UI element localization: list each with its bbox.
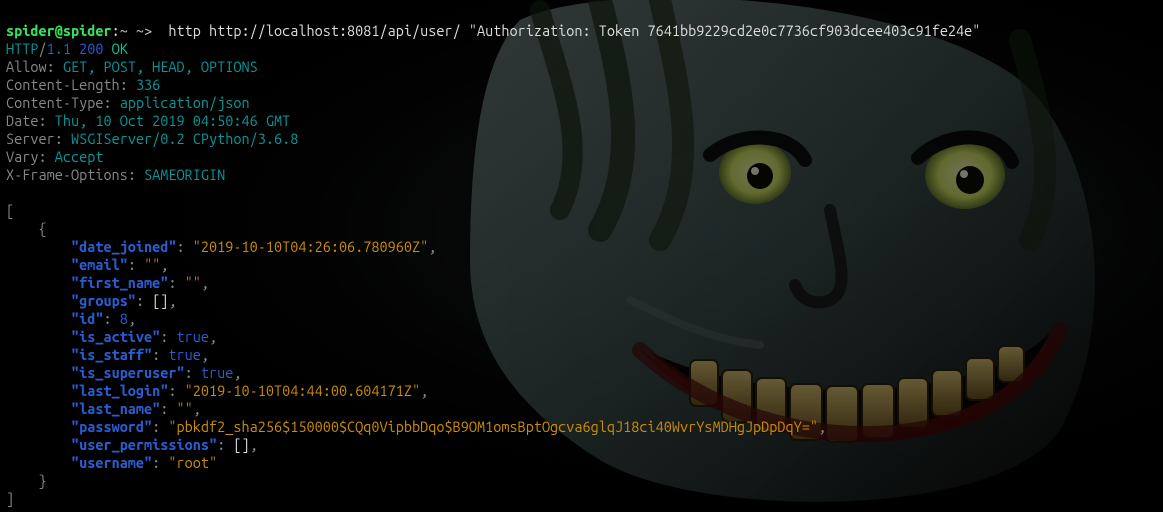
json-row-username: "username": "root" <box>6 454 217 471</box>
json-row-last-name: "last_name": "", <box>6 400 201 417</box>
prompt-path: ~ ~> <box>120 22 169 39</box>
json-row-groups: "groups": [], <box>6 292 177 309</box>
header-content-length: Content-Length: 336 <box>6 76 160 93</box>
json-object-open: { <box>6 220 47 237</box>
header-content-type: Content-Type: application/json <box>6 94 250 111</box>
json-array-close: ] <box>6 490 14 507</box>
http-status-text: OK <box>112 40 128 57</box>
json-row-last-login: "last_login": "2019-10-10T04:44:00.60417… <box>6 382 428 399</box>
header-x-frame-options: X-Frame-Options: SAMEORIGIN <box>6 166 225 183</box>
json-row-is-superuser: "is_superuser": true, <box>6 364 242 381</box>
header-allow: Allow: GET, POST, HEAD, OPTIONS <box>6 58 258 75</box>
http-version: 1.1 <box>47 40 71 57</box>
json-row-date-joined: "date_joined": "2019-10-10T04:26:06.7809… <box>6 238 436 255</box>
http-proto: HTTP <box>6 40 38 57</box>
blank-line <box>6 184 14 201</box>
header-server: Server: WSGIServer/0.2 CPython/3.6.8 <box>6 130 298 147</box>
json-object-close: } <box>6 472 47 489</box>
header-vary: Vary: Accept <box>6 148 103 165</box>
json-row-user-permissions: "user_permissions": [], <box>6 436 258 453</box>
prompt-line: spider@spider:~ ~> http http://localhost… <box>6 22 980 39</box>
header-date: Date: Thu, 10 Oct 2019 04:50:46 GMT <box>6 112 290 129</box>
json-row-password: "password": "pbkdf2_sha256$150000$CQq0Vi… <box>6 418 826 435</box>
terminal-output[interactable]: spider@spider:~ ~> http http://localhost… <box>0 0 1163 512</box>
json-row-is-staff: "is_staff": true, <box>6 346 209 363</box>
json-row-is-active: "is_active": true, <box>6 328 217 345</box>
json-row-first-name: "first_name": "", <box>6 274 209 291</box>
http-slash: / <box>38 40 46 57</box>
http-code: 200 <box>79 40 103 57</box>
prompt-separator: : <box>112 22 120 39</box>
json-array-open: [ <box>6 202 14 219</box>
prompt-command: http http://localhost:8081/api/user/ "Au… <box>168 22 980 39</box>
status-line: HTTP/1.1 200 OK <box>6 40 128 57</box>
json-row-id: "id": 8, <box>6 310 136 327</box>
prompt-user: spider@spider <box>6 22 112 39</box>
json-row-email: "email": "", <box>6 256 168 273</box>
